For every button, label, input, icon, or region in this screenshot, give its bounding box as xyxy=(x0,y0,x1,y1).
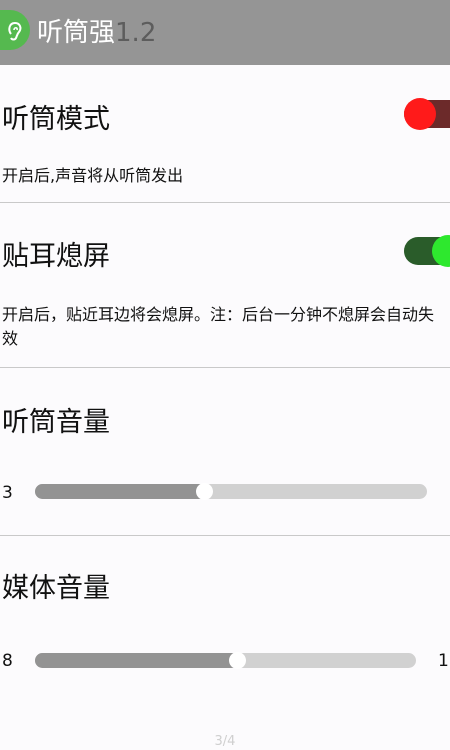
earpiece-mode-title: 听筒模式 xyxy=(2,104,110,135)
earpiece-volume-slider[interactable] xyxy=(35,483,427,500)
divider xyxy=(0,535,450,536)
ear-icon[interactable] xyxy=(0,10,30,50)
proximity-screen-off-title: 贴耳熄屏 xyxy=(2,241,110,272)
proximity-screen-off-switch[interactable] xyxy=(404,235,450,267)
earpiece-mode-switch-thumb xyxy=(404,98,436,130)
proximity-screen-off-description: 开启后，贴近耳边将会熄屏。注：后台一分钟不熄屏会自动失效 xyxy=(2,305,435,348)
app-version: 1.2 xyxy=(115,18,157,48)
earpiece-mode-description: 开启后,声音将从听筒发出 xyxy=(2,166,184,185)
media-volume-max-label: 1 xyxy=(438,651,449,671)
slider-knob[interactable] xyxy=(195,483,213,500)
app-title: 听筒强1.2 xyxy=(37,12,156,49)
slider-fill xyxy=(35,653,237,668)
media-volume-title: 媒体音量 xyxy=(2,573,110,604)
earpiece-mode-switch[interactable] xyxy=(404,98,450,130)
media-volume-slider[interactable] xyxy=(35,652,416,669)
divider xyxy=(0,202,450,203)
app-bar: 听筒强1.2 xyxy=(0,0,450,65)
page-indicator: 3/4 xyxy=(214,734,236,749)
slider-knob[interactable] xyxy=(228,652,246,669)
app-name: 听筒强 xyxy=(37,18,116,48)
slider-fill xyxy=(35,484,204,499)
media-volume-min-label: 8 xyxy=(2,651,13,671)
earpiece-volume-value: 3 xyxy=(2,483,13,503)
earpiece-volume-title: 听筒音量 xyxy=(2,407,110,438)
divider xyxy=(0,367,450,368)
